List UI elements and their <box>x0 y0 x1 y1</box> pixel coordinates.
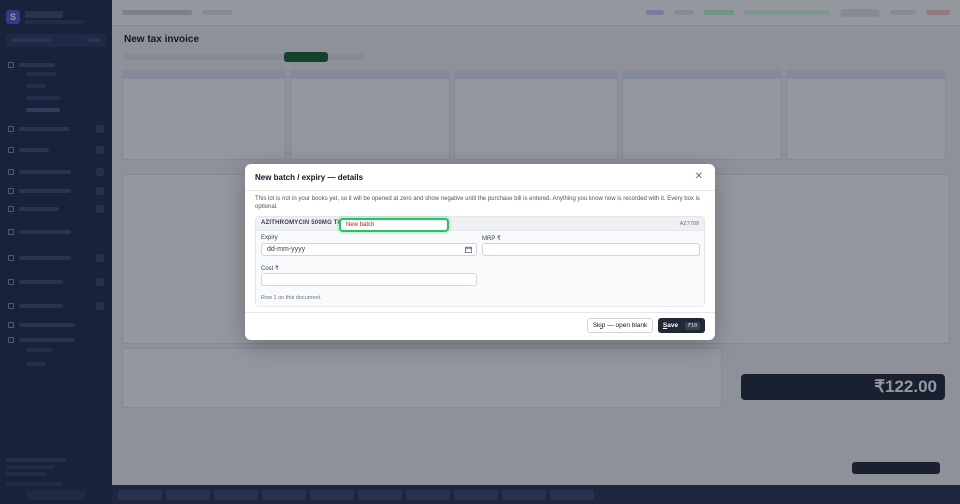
cost-input[interactable] <box>261 273 477 286</box>
divider <box>245 190 715 191</box>
divider <box>245 312 715 313</box>
expiry-input[interactable]: dd-mm-yyyy <box>261 243 477 256</box>
batch-number-input[interactable]: New batch <box>339 218 449 232</box>
dialog-description: This lot is not in your books yet, so it… <box>255 196 700 210</box>
cost-label: Cost ₹ <box>261 266 279 272</box>
row-info: Row 1 on this document. <box>261 295 322 301</box>
batch-header: AZITHROMYCIN 500MG TA AZ7788 <box>256 217 704 231</box>
save-button[interactable]: Save F10 <box>658 318 705 333</box>
mrp-label: MRP ₹ <box>482 236 501 242</box>
new-batch-dialog: New batch / expiry — details ✕ This lot … <box>245 164 715 340</box>
product-name: AZITHROMYCIN 500MG TA <box>261 220 342 226</box>
expiry-placeholder: dd-mm-yyyy <box>267 246 306 253</box>
close-icon[interactable]: ✕ <box>695 171 703 182</box>
product-code: AZ7788 <box>679 221 699 227</box>
skip-open-blank-button[interactable]: Skip — open blank <box>587 318 653 333</box>
dialog-title: New batch / expiry — details <box>255 173 364 182</box>
mrp-input[interactable] <box>482 243 700 256</box>
save-shortcut-key: F10 <box>685 321 701 330</box>
batch-details-box: AZITHROMYCIN 500MG TA AZ7788 New batch E… <box>255 216 705 307</box>
calendar-icon[interactable] <box>465 246 472 255</box>
expiry-label: Expiry <box>261 235 278 241</box>
